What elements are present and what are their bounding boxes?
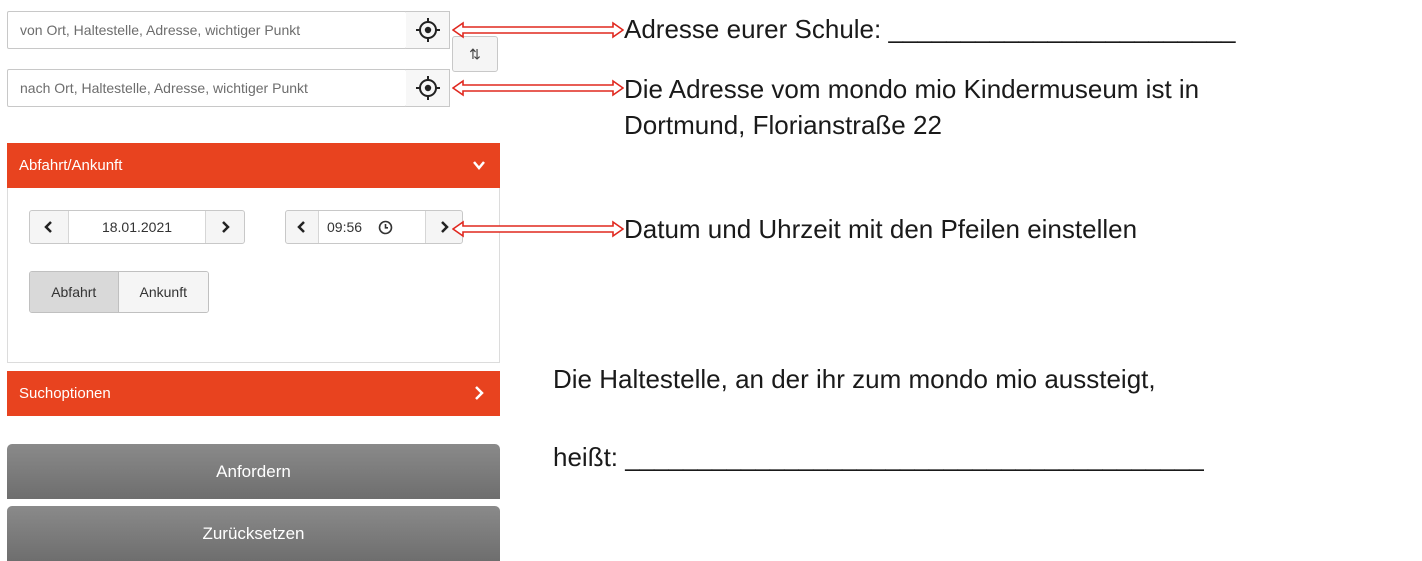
from-location-input[interactable]: [7, 11, 407, 49]
chevron-left-icon: [44, 221, 52, 233]
chevron-right-icon: [222, 221, 230, 233]
request-button[interactable]: Anfordern: [7, 444, 500, 499]
search-options-title: Suchoptionen: [19, 385, 111, 402]
mode-departure-button[interactable]: Abfahrt: [30, 272, 118, 312]
double-arrow-icon: [452, 220, 624, 238]
swap-icon: ⇅: [469, 45, 481, 62]
stop-question-line2: heißt: _________________________________…: [553, 442, 1204, 472]
chevron-right-icon: [441, 221, 449, 233]
swap-locations-button[interactable]: ⇅: [452, 36, 498, 72]
time-prev-button[interactable]: [286, 211, 318, 243]
school-address-note: Adresse eurer Schule: __________________…: [624, 14, 1236, 44]
date-stepper: 18.01.2021: [29, 210, 245, 244]
departure-panel-title: Abfahrt/Ankunft: [19, 157, 123, 174]
departure-mode-toggle: Abfahrt Ankunft: [29, 271, 209, 313]
crosshair-icon: [415, 76, 440, 100]
museum-address-note-line2: Dortmund, Florianstraße 22: [624, 110, 942, 140]
crosshair-icon: [415, 18, 440, 42]
to-locate-button[interactable]: [406, 69, 450, 107]
date-prev-button[interactable]: [30, 211, 68, 243]
time-value: 09:56: [327, 219, 363, 235]
to-location-input[interactable]: [7, 69, 407, 107]
time-field[interactable]: 09:56: [318, 211, 426, 243]
reset-button[interactable]: Zurücksetzen: [7, 506, 500, 561]
time-stepper: 09:56: [285, 210, 463, 244]
date-value[interactable]: 18.01.2021: [67, 211, 207, 243]
stop-question-line1: Die Haltestelle, an der ihr zum mondo mi…: [553, 364, 1156, 394]
date-next-button[interactable]: [206, 211, 244, 243]
departure-panel-header[interactable]: Abfahrt/Ankunft: [7, 143, 500, 188]
clock-icon: [378, 220, 393, 234]
from-locate-button[interactable]: [406, 11, 450, 49]
museum-address-note-line1: Die Adresse vom mondo mio Kindermuseum i…: [624, 74, 1200, 104]
chevron-right-icon: [472, 371, 486, 434]
chevron-left-icon: [297, 221, 305, 233]
double-arrow-icon: [452, 21, 624, 39]
mode-arrival-button[interactable]: Ankunft: [117, 272, 208, 312]
datetime-hint-note: Datum und Uhrzeit mit den Pfeilen einste…: [624, 214, 1138, 244]
search-options-header[interactable]: Suchoptionen: [7, 371, 500, 416]
double-arrow-icon: [452, 79, 624, 97]
